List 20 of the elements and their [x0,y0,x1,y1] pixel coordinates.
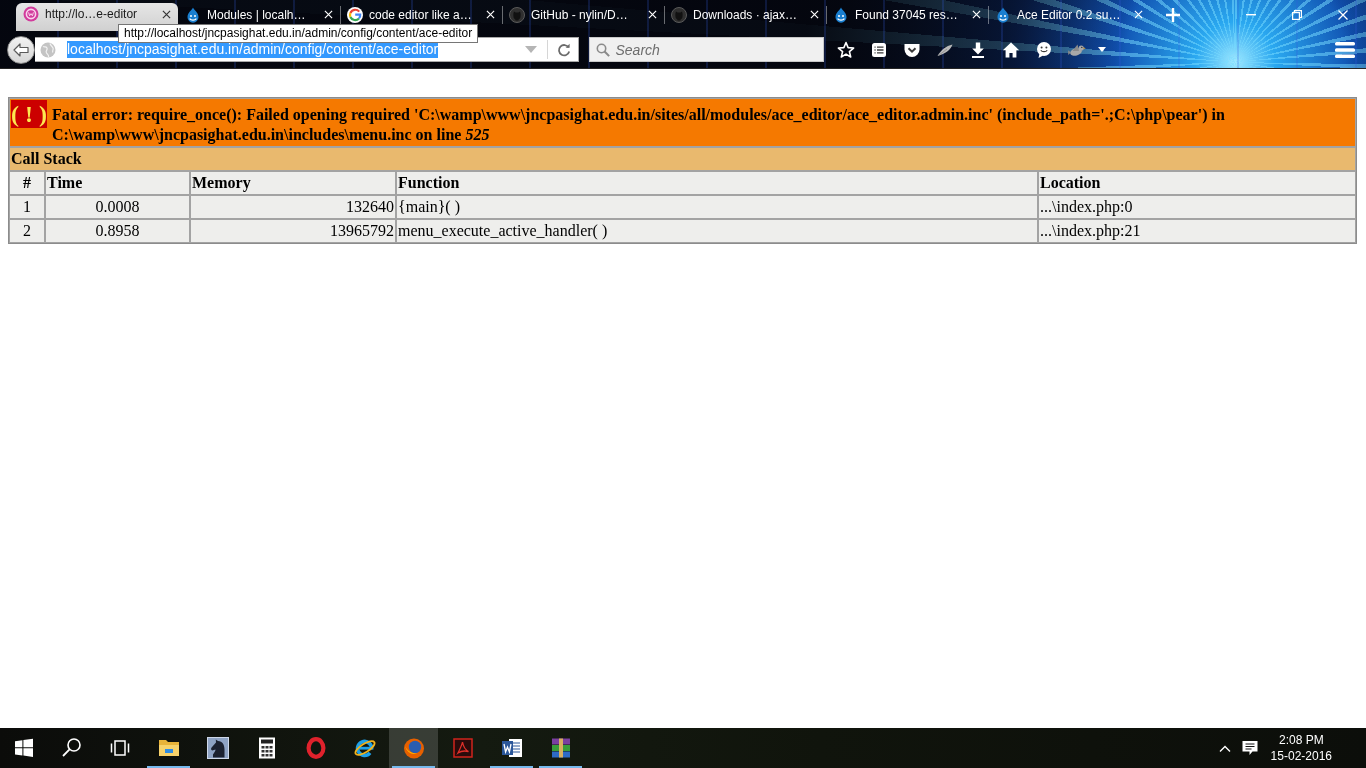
tooltip: http://localhost/jncpasighat.edu.in/admin/config/content/ace-editor [118,24,479,43]
table-cell: 0.0008 [45,195,190,219]
column-header: # [9,171,45,195]
table-cell: menu_execute_active_handler( ) [396,219,1038,243]
section-header: Call Stack [9,147,1356,171]
table-cell: 2 [9,219,45,243]
column-header: Time [45,171,190,195]
table-cell: 0.8958 [45,219,190,243]
error-badge: ( ! ) [11,100,47,128]
column-header: Location [1038,171,1356,195]
table-cell: 1 [9,195,45,219]
column-header: Function [396,171,1038,195]
error-message: Fatal error: require_once(): Failed opening required 'C:\wamp\www\jncpasighat.edu.in/sites/all/modules/ace_editor/ace_editor.admin.inc' (include_path='.;C:\php\pear') in C:\wamp\www\jncpasighat.edu.in\includes\menu.inc on line 525 [52,105,1226,145]
table-cell: 132640 [190,195,396,219]
url-text: localhost/jncpasighat.edu.in/admin/config/content/ace-editor [67,41,439,58]
table-cell: ...\index.php:21 [1038,219,1356,243]
table-cell: {main}( ) [396,195,1038,219]
table-cell: 13965792 [190,219,396,243]
table-cell: ...\index.php:0 [1038,195,1356,219]
column-header: Memory [190,171,396,195]
